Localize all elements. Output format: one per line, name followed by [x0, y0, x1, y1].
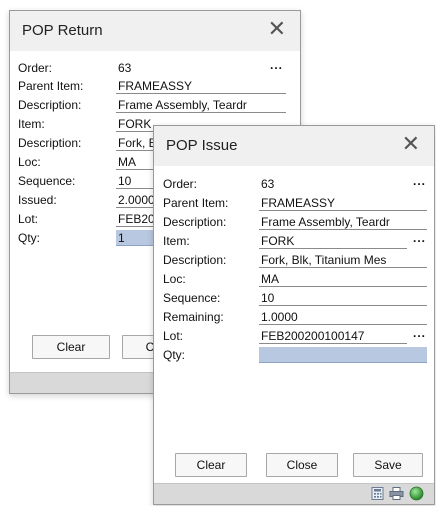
parent-item-label: Parent Item:	[163, 196, 229, 210]
order-label: Order:	[163, 177, 198, 191]
item-label: Item:	[163, 234, 190, 248]
dialog-title: POP Return	[22, 22, 103, 39]
clear-button[interactable]: Clear	[32, 335, 110, 359]
calculator-icon[interactable]	[371, 487, 384, 500]
order-row: Order: 63 ...	[18, 58, 288, 77]
order-lookup-button[interactable]: ...	[413, 174, 426, 188]
parent-item-row: Parent Item: FRAMEASSY	[18, 78, 288, 95]
pop-issue-dialog: POP Issue ✕ Order: 63 ... Parent Item: F…	[153, 125, 435, 505]
status-bar	[154, 483, 434, 504]
remaining-label: Remaining:	[163, 310, 224, 324]
parent-item-field[interactable]: FRAMEASSY	[259, 195, 427, 211]
item-description-row: Description: Fork, Blk, Titanium Mes	[163, 252, 429, 269]
order-lookup-button[interactable]: ...	[270, 58, 283, 72]
description-row: Description: Frame Assembly, Teardr	[163, 214, 429, 231]
qty-field[interactable]	[259, 347, 427, 363]
green-status-icon	[409, 486, 424, 501]
save-button[interactable]: Save	[353, 453, 423, 477]
item-lookup-button[interactable]: ...	[413, 231, 426, 245]
qty-label: Qty:	[18, 231, 41, 245]
loc-label: Loc:	[163, 272, 186, 286]
dialog-title: POP Issue	[166, 137, 238, 154]
pop-return-titlebar: POP Return ✕	[10, 11, 300, 51]
sequence-label: Sequence:	[18, 174, 76, 188]
clear-button[interactable]: Clear	[175, 453, 247, 477]
item-description-label: Description:	[18, 136, 82, 150]
item-row: Item: FORK ...	[163, 231, 429, 250]
printer-icon[interactable]	[389, 487, 404, 500]
description-label: Description:	[18, 98, 82, 112]
pop-issue-titlebar: POP Issue ✕	[154, 126, 434, 166]
item-description-field[interactable]: Fork, Blk, Titanium Mes	[259, 252, 427, 268]
loc-row: Loc: MA	[163, 271, 429, 288]
item-label: Item:	[18, 117, 45, 131]
lot-row: Lot: FEB200200100147 ...	[163, 326, 429, 345]
lot-lookup-button[interactable]: ...	[413, 326, 426, 340]
loc-label: Loc:	[18, 155, 41, 169]
sequence-label: Sequence:	[163, 291, 221, 305]
sequence-row: Sequence: 10	[163, 290, 429, 307]
sequence-field[interactable]: 10	[259, 290, 427, 306]
description-label: Description:	[163, 215, 227, 229]
item-description-label: Description:	[163, 253, 227, 267]
lot-label: Lot:	[18, 212, 39, 226]
parent-item-row: Parent Item: FRAMEASSY	[163, 195, 429, 212]
lot-label: Lot:	[163, 329, 184, 343]
order-value: 63	[261, 177, 275, 191]
lot-field[interactable]: FEB200200100147	[259, 328, 407, 344]
loc-field[interactable]: MA	[259, 271, 427, 287]
order-label: Order:	[18, 61, 53, 75]
description-field[interactable]: Frame Assembly, Teardr	[116, 97, 286, 113]
issued-label: Issued:	[18, 193, 57, 207]
close-icon[interactable]: ✕	[402, 133, 420, 155]
qty-label: Qty:	[163, 348, 186, 362]
parent-item-field[interactable]: FRAMEASSY	[116, 78, 286, 94]
order-row: Order: 63 ...	[163, 174, 429, 193]
parent-item-label: Parent Item:	[18, 79, 84, 93]
description-row: Description: Frame Assembly, Teardr	[18, 97, 288, 114]
close-icon[interactable]: ✕	[268, 18, 286, 40]
description-field[interactable]: Frame Assembly, Teardr	[259, 214, 427, 230]
order-value: 63	[118, 61, 132, 75]
item-field[interactable]: FORK	[259, 233, 407, 249]
remaining-field[interactable]: 1.0000	[259, 309, 427, 325]
qty-row: Qty:	[163, 347, 429, 364]
remaining-row: Remaining: 1.0000	[163, 309, 429, 326]
close-button[interactable]: Close	[266, 453, 338, 477]
